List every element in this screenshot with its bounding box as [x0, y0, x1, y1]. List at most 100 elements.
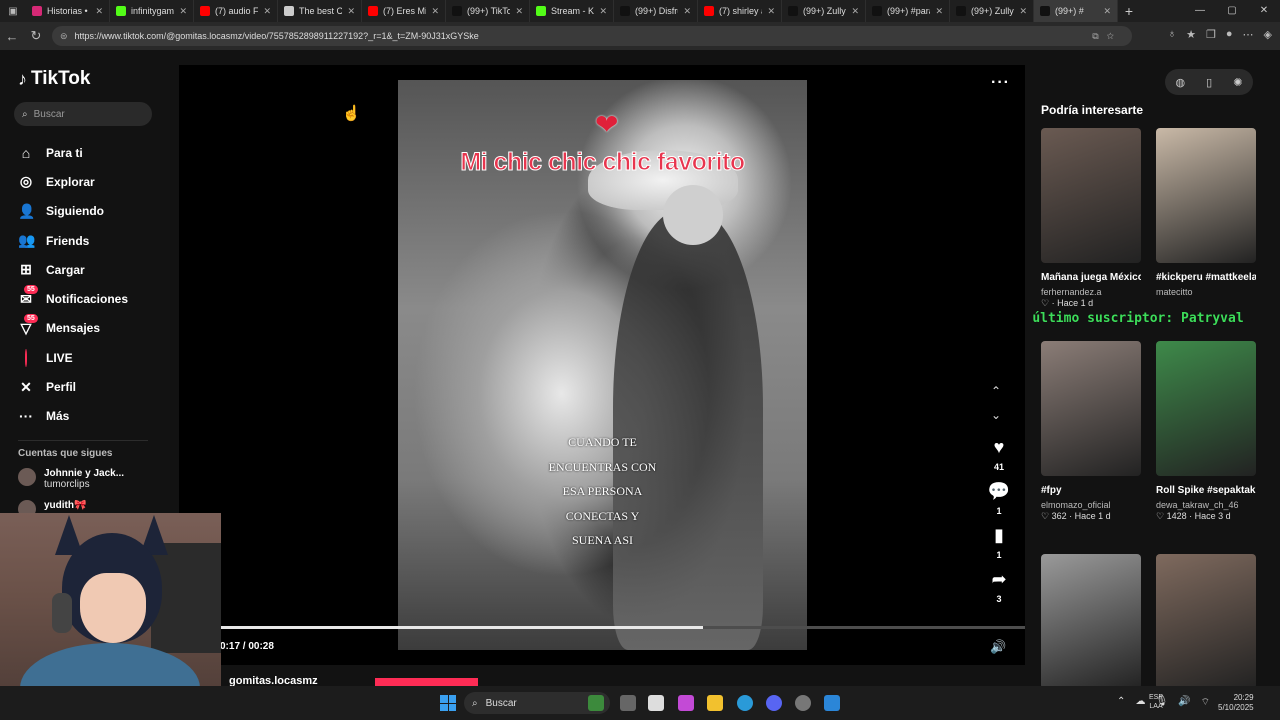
profile-avatar-icon[interactable]: ● — [1226, 28, 1233, 41]
browser-tab[interactable]: (7) Eres Mi ✕ — [362, 0, 446, 22]
tiktok-logo[interactable]: ♪ TikTok — [18, 68, 90, 90]
browser-tab[interactable]: Stream - Ki ✕ — [530, 0, 614, 22]
sidebar-item-live[interactable]: LIVE — [18, 343, 128, 372]
sidebar-item-cargar[interactable]: ⊞ Cargar — [18, 255, 128, 284]
recommended-video-card[interactable] — [1041, 554, 1141, 689]
app-icon[interactable] — [824, 695, 840, 711]
card-title[interactable]: #fpy — [1041, 483, 1141, 498]
browser-tab[interactable]: (99+) TikTok ✕ — [446, 0, 530, 22]
tab-actions-icon[interactable]: ▣ — [0, 0, 26, 22]
sidebar-item-más[interactable]: ··· Más — [18, 402, 128, 431]
windows-start-icon[interactable] — [440, 695, 456, 711]
url-bar[interactable]: ⊜ https://www.tiktok.com/@gomitas.locasm… — [52, 26, 1132, 46]
close-window-icon[interactable]: ✕ — [1248, 0, 1280, 22]
volume-icon[interactable]: 🔊 — [990, 639, 1006, 655]
recommended-video-card[interactable]: Mañana juega México Sub20 cont... ferhern… — [1041, 128, 1141, 309]
minimize-icon[interactable]: — — [1184, 0, 1216, 22]
following-item[interactable]: Johnnie y Jack... tumorclips — [18, 468, 124, 490]
browser-tab[interactable]: (7) audio FU ✕ — [194, 0, 278, 22]
recommended-video-card[interactable]: #kickperu #mattkeelan #humor matecitto — [1156, 128, 1256, 297]
browser-tab[interactable]: (99+) Disfru ✕ — [614, 0, 698, 22]
browser-tab[interactable]: infinitygami ✕ — [110, 0, 194, 22]
onedrive-icon[interactable]: ☁ — [1135, 696, 1145, 709]
favorites-icon[interactable]: ★ — [1186, 28, 1196, 41]
tab-close-icon[interactable]: ✕ — [95, 6, 103, 17]
recommended-video-card[interactable]: #fpy elmomazo_oficial ♡ 362 · Hace 1 d — [1041, 341, 1141, 522]
site-info-icon[interactable]: ⊜ — [60, 31, 68, 42]
search-box[interactable]: ⌕ — [14, 102, 152, 126]
card-title[interactable]: #kickperu #mattkeelan #humor — [1156, 270, 1256, 285]
card-title[interactable]: Mañana juega México Sub20 cont... — [1041, 270, 1141, 285]
extension-icon[interactable]: ♁ — [1168, 28, 1176, 41]
video-thumbnail[interactable] — [1041, 341, 1141, 476]
tab-close-icon[interactable]: ✕ — [347, 6, 355, 17]
copilot-app-icon[interactable] — [678, 695, 694, 711]
collections-icon[interactable]: ❐ — [1206, 28, 1216, 41]
video-thumbnail[interactable] — [1156, 128, 1256, 263]
save-button[interactable]: ▮ 1 — [985, 525, 1013, 560]
video-thumbnail[interactable] — [1041, 128, 1141, 263]
task-view-icon[interactable] — [620, 695, 636, 711]
sidebar-item-explorar[interactable]: ◎ Explorar — [18, 167, 128, 196]
video-player[interactable]: ❤ Mi chic chic chic favorito CUANDO TE E… — [398, 80, 807, 650]
share-button[interactable]: ➦ 3 — [985, 569, 1013, 604]
sidebar-item-friends[interactable]: 👥 Friends — [18, 226, 128, 255]
speaker-icon[interactable]: 🔊 — [1178, 696, 1190, 709]
more-options-icon[interactable]: ··· — [991, 74, 1010, 92]
refresh-icon[interactable]: ↻ — [24, 28, 48, 44]
card-title[interactable]: Roll Spike #sepaktakraw #skil... — [1156, 483, 1256, 498]
search-input[interactable] — [33, 108, 134, 120]
discord-icon[interactable] — [766, 695, 782, 711]
chevron-up-icon[interactable]: ⌃ — [1117, 696, 1125, 709]
video-thumbnail[interactable] — [1156, 341, 1256, 476]
tab-close-icon[interactable]: ✕ — [1019, 6, 1027, 17]
taskbar-app-icon[interactable] — [588, 695, 604, 711]
sidebar-item-mensajes[interactable]: ▽ 55 Mensajes — [18, 313, 128, 343]
tab-close-icon[interactable]: ✕ — [263, 6, 271, 17]
store-icon[interactable] — [648, 695, 664, 711]
wifi-icon[interactable]: ⌔ — [1201, 696, 1210, 709]
video-thumbnail[interactable] — [1041, 554, 1141, 689]
card-user[interactable]: elmomazo_oficial — [1041, 500, 1141, 510]
sidebar-item-para-ti[interactable]: ⌂ Para ti — [18, 138, 128, 167]
maximize-icon[interactable]: ▢ — [1216, 0, 1248, 22]
tab-close-icon[interactable]: ✕ — [515, 6, 523, 17]
next-video-icon[interactable]: ⌄ — [991, 408, 1001, 422]
file-explorer-icon[interactable] — [707, 695, 723, 711]
sidebar-item-siguiendo[interactable]: 👤 Siguiendo — [18, 197, 128, 226]
menu-dots-icon[interactable]: ⋯ — [1243, 28, 1254, 41]
settings-app-icon[interactable] — [795, 695, 811, 711]
tab-close-icon[interactable]: ✕ — [431, 6, 439, 17]
coins-icon[interactable]: ◍ — [1176, 76, 1186, 89]
clock[interactable]: 20:29 5/10/2025 — [1218, 693, 1254, 713]
url-action-icons[interactable]: ⧉☆ — [1092, 31, 1122, 42]
previous-video-icon[interactable]: ⌃ — [991, 384, 1001, 398]
device-icon[interactable]: ▯ — [1206, 76, 1212, 89]
sidebar-item-notificaciones[interactable]: ✉ 55 Notificaciones — [18, 284, 128, 313]
card-user[interactable]: ferhernandez.a — [1041, 287, 1141, 297]
tab-close-icon[interactable]: ✕ — [851, 6, 859, 17]
browser-tab[interactable]: (99+) Zully ✕ — [950, 0, 1034, 22]
tab-close-icon[interactable]: ✕ — [179, 6, 187, 17]
card-user[interactable]: dewa_takraw_ch_46 — [1156, 500, 1256, 510]
tab-close-icon[interactable]: ✕ — [1103, 6, 1111, 17]
language-indicator[interactable]: ESP LAA — [1149, 693, 1163, 711]
copilot-icon[interactable]: ◈ — [1264, 28, 1272, 41]
tab-close-icon[interactable]: ✕ — [767, 6, 775, 17]
like-button[interactable]: ♥ 41 — [985, 437, 1013, 472]
new-tab-button[interactable]: + — [1118, 3, 1140, 19]
tab-close-icon[interactable]: ✕ — [935, 6, 943, 17]
browser-tab[interactable]: (99+) #para ✕ — [866, 0, 950, 22]
browser-tab[interactable]: The best Ch ✕ — [278, 0, 362, 22]
account-icon[interactable]: ✺ — [1233, 76, 1242, 89]
browser-tab[interactable]: (99+) Zully ✕ — [782, 0, 866, 22]
recommended-video-card[interactable] — [1156, 554, 1256, 689]
recommended-video-card[interactable]: Roll Spike #sepaktakraw #skil... dewa_tak… — [1156, 341, 1256, 522]
sidebar-item-perfil[interactable]: ✕ Perfil — [18, 372, 128, 401]
browser-tab[interactable]: (7) shirley a ✕ — [698, 0, 782, 22]
browser-tab[interactable]: (99+) # ✕ — [1034, 0, 1118, 22]
card-user[interactable]: matecitto — [1156, 287, 1256, 297]
back-icon[interactable]: ← — [0, 29, 24, 44]
tab-close-icon[interactable]: ✕ — [599, 6, 607, 17]
browser-tab[interactable]: Historias • In ✕ — [26, 0, 110, 22]
